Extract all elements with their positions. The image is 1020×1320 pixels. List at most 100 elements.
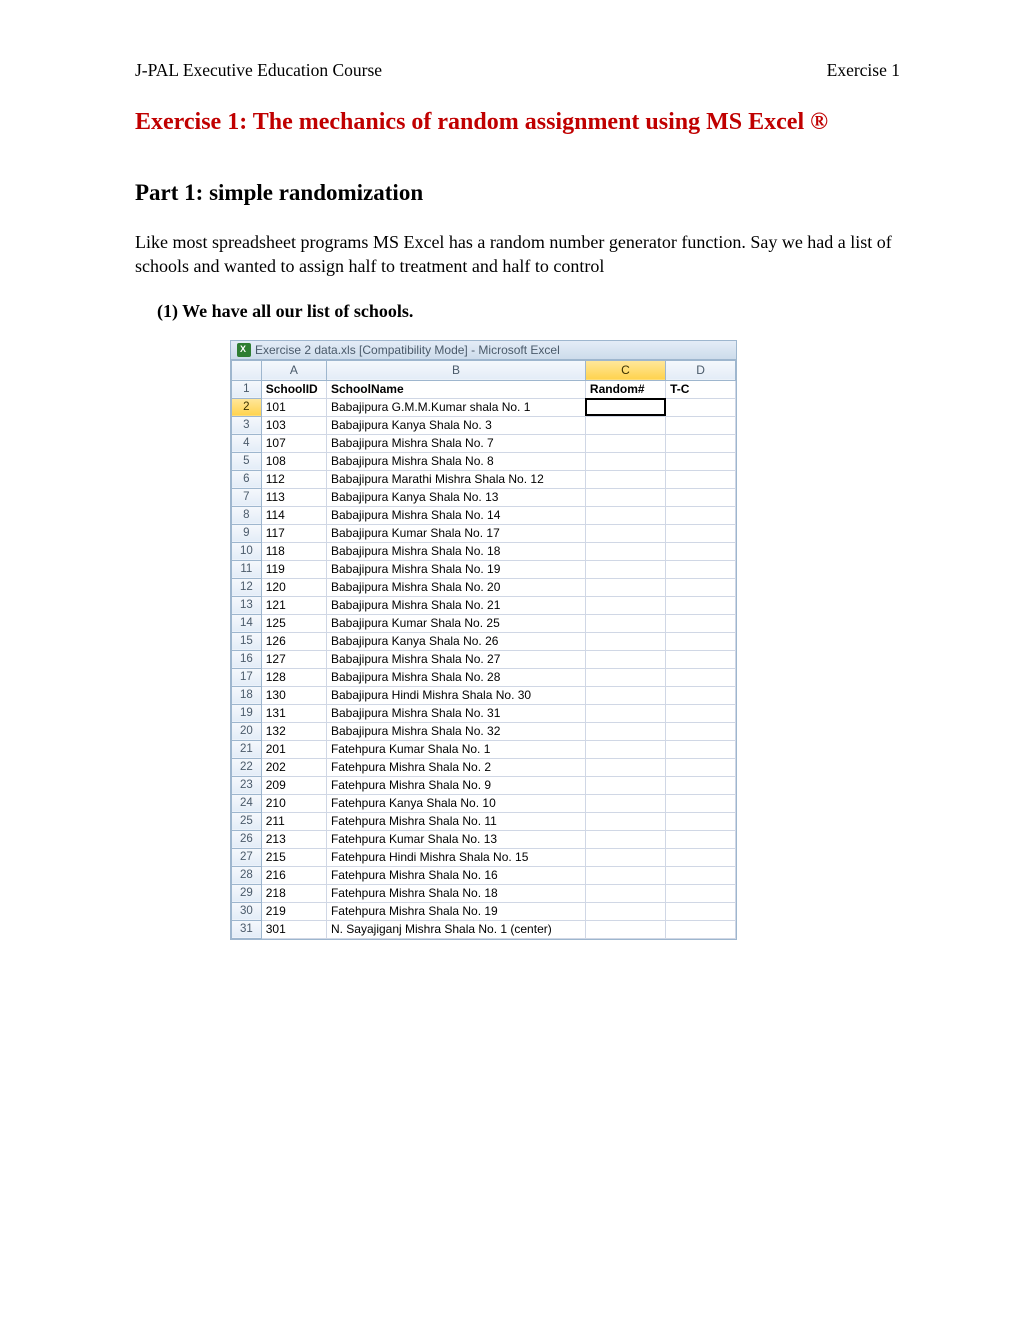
cell[interactable] — [666, 632, 736, 650]
cell[interactable] — [666, 794, 736, 812]
cell[interactable]: Babajipura Kanya Shala No. 26 — [326, 632, 585, 650]
row-header[interactable]: 30 — [232, 902, 262, 920]
cell[interactable] — [585, 578, 665, 596]
cell[interactable]: Fatehpura Mishra Shala No. 9 — [326, 776, 585, 794]
cell[interactable] — [585, 776, 665, 794]
cell[interactable]: Babajipura G.M.M.Kumar shala No. 1 — [326, 398, 585, 416]
cell[interactable]: 113 — [261, 488, 326, 506]
cell[interactable]: 107 — [261, 434, 326, 452]
row-header[interactable]: 28 — [232, 866, 262, 884]
cell[interactable] — [666, 686, 736, 704]
cell[interactable]: 119 — [261, 560, 326, 578]
cell[interactable] — [585, 830, 665, 848]
cell[interactable] — [585, 794, 665, 812]
cell[interactable] — [666, 830, 736, 848]
cell[interactable] — [666, 866, 736, 884]
cell[interactable] — [585, 398, 665, 416]
cell[interactable]: Fatehpura Kumar Shala No. 1 — [326, 740, 585, 758]
cell[interactable] — [585, 452, 665, 470]
cell[interactable] — [585, 524, 665, 542]
cell[interactable] — [585, 506, 665, 524]
row-header[interactable]: 16 — [232, 650, 262, 668]
column-header-C[interactable]: C — [585, 360, 665, 380]
cell[interactable]: 126 — [261, 632, 326, 650]
cell[interactable] — [585, 758, 665, 776]
cell[interactable] — [585, 812, 665, 830]
cell[interactable]: Fatehpura Mishra Shala No. 19 — [326, 902, 585, 920]
cell[interactable]: Fatehpura Mishra Shala No. 11 — [326, 812, 585, 830]
cell[interactable]: 132 — [261, 722, 326, 740]
cell[interactable] — [585, 614, 665, 632]
cell[interactable] — [666, 884, 736, 902]
row-header[interactable]: 21 — [232, 740, 262, 758]
cell[interactable]: Babajipura Mishra Shala No. 21 — [326, 596, 585, 614]
cell[interactable]: N. Sayajiganj Mishra Shala No. 1 (center… — [326, 920, 585, 938]
cell[interactable]: SchoolID — [261, 380, 326, 398]
cell[interactable] — [585, 668, 665, 686]
cell[interactable] — [585, 740, 665, 758]
cell[interactable]: Babajipura Mishra Shala No. 27 — [326, 650, 585, 668]
row-header[interactable]: 19 — [232, 704, 262, 722]
row-header[interactable]: 10 — [232, 542, 262, 560]
cell[interactable] — [585, 902, 665, 920]
row-header[interactable]: 3 — [232, 416, 262, 434]
cell[interactable] — [585, 488, 665, 506]
excel-grid[interactable]: A B C D 1 SchoolID SchoolName Random# T-… — [231, 360, 736, 939]
cell[interactable] — [585, 848, 665, 866]
row-header[interactable]: 6 — [232, 470, 262, 488]
cell[interactable] — [666, 524, 736, 542]
cell[interactable] — [585, 704, 665, 722]
cell[interactable] — [585, 416, 665, 434]
column-header-A[interactable]: A — [261, 360, 326, 380]
cell[interactable]: Fatehpura Mishra Shala No. 2 — [326, 758, 585, 776]
row-header[interactable]: 14 — [232, 614, 262, 632]
cell[interactable] — [666, 578, 736, 596]
cell[interactable]: 130 — [261, 686, 326, 704]
row-header[interactable]: 18 — [232, 686, 262, 704]
cell[interactable]: 210 — [261, 794, 326, 812]
row-header[interactable]: 12 — [232, 578, 262, 596]
row-header[interactable]: 24 — [232, 794, 262, 812]
cell[interactable] — [666, 560, 736, 578]
cell[interactable]: Fatehpura Kumar Shala No. 13 — [326, 830, 585, 848]
row-header[interactable]: 26 — [232, 830, 262, 848]
cell[interactable]: 202 — [261, 758, 326, 776]
row-header[interactable]: 7 — [232, 488, 262, 506]
row-header[interactable]: 25 — [232, 812, 262, 830]
cell[interactable]: 127 — [261, 650, 326, 668]
cell[interactable] — [585, 920, 665, 938]
cell[interactable]: Babajipura Mishra Shala No. 28 — [326, 668, 585, 686]
cell[interactable] — [666, 542, 736, 560]
cell[interactable] — [666, 506, 736, 524]
cell[interactable] — [666, 434, 736, 452]
cell[interactable] — [666, 470, 736, 488]
cell[interactable] — [666, 488, 736, 506]
cell[interactable]: 128 — [261, 668, 326, 686]
cell[interactable]: Babajipura Mishra Shala No. 20 — [326, 578, 585, 596]
cell[interactable] — [666, 758, 736, 776]
cell[interactable] — [666, 704, 736, 722]
cell[interactable]: 131 — [261, 704, 326, 722]
cell[interactable]: T-C — [666, 380, 736, 398]
cell[interactable]: Babajipura Mishra Shala No. 14 — [326, 506, 585, 524]
cell[interactable]: Babajipura Kumar Shala No. 25 — [326, 614, 585, 632]
cell[interactable] — [666, 650, 736, 668]
cell[interactable]: SchoolName — [326, 380, 585, 398]
cell[interactable] — [585, 542, 665, 560]
cell[interactable]: 118 — [261, 542, 326, 560]
cell[interactable] — [666, 740, 736, 758]
cell[interactable] — [585, 470, 665, 488]
cell[interactable]: 114 — [261, 506, 326, 524]
row-header[interactable]: 31 — [232, 920, 262, 938]
cell[interactable] — [666, 596, 736, 614]
cell[interactable] — [666, 722, 736, 740]
row-header[interactable]: 1 — [232, 380, 262, 398]
cell[interactable]: Babajipura Kumar Shala No. 17 — [326, 524, 585, 542]
row-header[interactable]: 23 — [232, 776, 262, 794]
select-all-corner[interactable] — [232, 360, 262, 380]
cell[interactable]: Fatehpura Mishra Shala No. 16 — [326, 866, 585, 884]
cell[interactable]: Babajipura Mishra Shala No. 18 — [326, 542, 585, 560]
row-header[interactable]: 27 — [232, 848, 262, 866]
cell[interactable]: Fatehpura Kanya Shala No. 10 — [326, 794, 585, 812]
cell[interactable]: 121 — [261, 596, 326, 614]
